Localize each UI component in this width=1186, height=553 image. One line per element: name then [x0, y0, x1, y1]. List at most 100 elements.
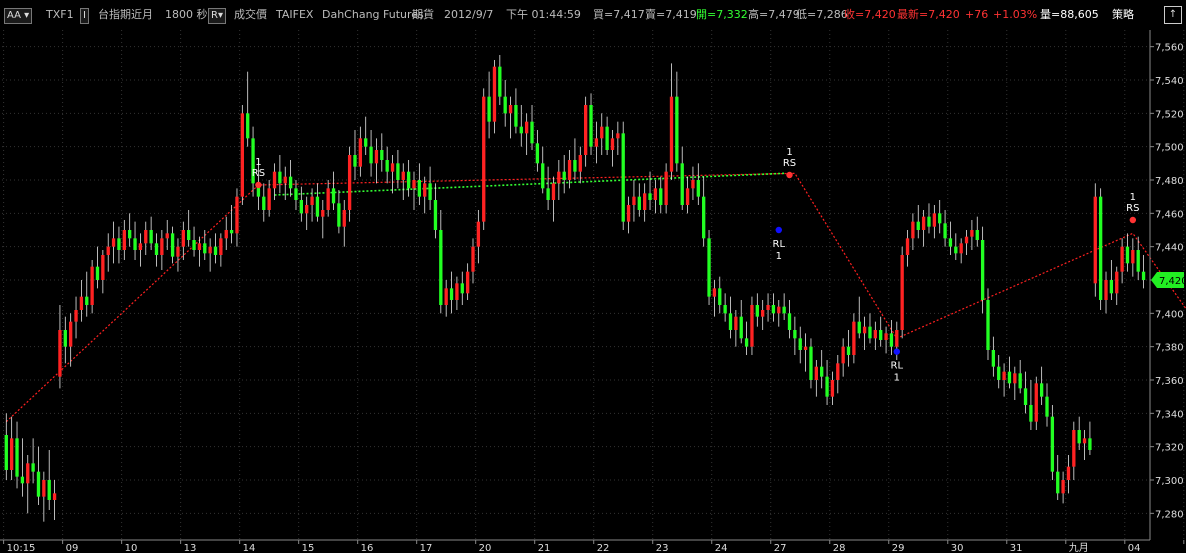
candle-body — [305, 205, 309, 214]
candle-body — [219, 238, 223, 255]
y-tick-label: 7,540 — [1155, 76, 1184, 87]
x-tick-label: 14 — [243, 543, 256, 553]
candles — [4, 55, 1146, 522]
candle-body — [857, 321, 861, 334]
candle-body — [26, 463, 30, 484]
candle-body — [964, 236, 969, 244]
candle-body — [648, 193, 652, 200]
x-tick-label: 16 — [361, 543, 374, 553]
x-tick-label: 22 — [597, 543, 610, 553]
candle-body — [938, 213, 942, 224]
overlay-lines — [5, 172, 1186, 423]
candle-body — [283, 176, 287, 184]
candle-body — [1082, 438, 1087, 444]
candle-body — [1072, 430, 1076, 467]
candle-body — [1109, 280, 1114, 294]
candle-body — [439, 230, 443, 305]
candle-body — [246, 113, 250, 139]
candle-body — [95, 266, 100, 280]
candle-body — [181, 230, 185, 247]
candle-body — [798, 338, 802, 350]
candle-body — [1039, 383, 1044, 397]
candle-body — [578, 155, 582, 172]
candle-body — [1125, 246, 1130, 264]
candle-body — [696, 180, 700, 197]
x-tick-label: 09 — [66, 543, 79, 553]
candle-body — [954, 246, 958, 254]
candle-body — [519, 126, 523, 134]
y-tick-label: 7,440 — [1155, 243, 1184, 254]
candle-body — [213, 246, 218, 255]
candle-body — [712, 288, 717, 297]
candle-body — [423, 183, 427, 197]
y-tick-label: 7,560 — [1155, 43, 1184, 54]
candle-body — [358, 138, 363, 167]
candle-body — [229, 230, 234, 234]
candle-body — [514, 105, 518, 127]
candle-body — [718, 288, 722, 305]
candle-body — [530, 121, 534, 144]
candle-body — [498, 66, 502, 97]
y-tick-label: 7,320 — [1155, 443, 1184, 454]
candle-body — [1029, 405, 1033, 422]
candle-body — [605, 126, 609, 150]
y-tick-label: 7,340 — [1155, 409, 1184, 420]
x-tick-label: 10:15 — [7, 543, 36, 553]
candle-body — [9, 438, 14, 470]
candle-body — [364, 138, 368, 147]
candle-body — [691, 180, 695, 189]
rs-signal-dot — [786, 171, 793, 179]
candle-body — [905, 238, 910, 255]
candle-body — [272, 171, 277, 189]
y-tick-label: 7,460 — [1155, 209, 1184, 220]
candle-body — [331, 188, 336, 204]
candle-body — [739, 316, 743, 339]
candle-body — [1115, 271, 1119, 294]
x-tick-label: 17 — [420, 543, 433, 553]
candle-body — [685, 188, 690, 205]
candle-body — [347, 155, 352, 210]
candle-body — [369, 146, 373, 164]
candle-body — [970, 230, 974, 237]
candle-body — [777, 306, 781, 314]
candle-body — [433, 200, 438, 230]
signal-count: 1 — [1130, 192, 1136, 203]
candle-body — [524, 121, 529, 134]
candle-body — [643, 193, 647, 210]
candle-body — [111, 238, 116, 247]
candle-body — [138, 243, 143, 250]
candle-body — [128, 230, 132, 239]
candle-body — [1104, 280, 1108, 300]
candle-body — [1023, 388, 1028, 405]
signal-count: 1 — [776, 251, 782, 262]
candle-body — [52, 493, 57, 500]
candle-body — [1131, 250, 1135, 264]
price-axis: 7,280 7,300 7,320 7,340 7,360 7,380 7,400 7,420… — [1149, 30, 1186, 540]
candle-body — [235, 196, 239, 234]
candle-body — [299, 200, 304, 214]
candle-body — [787, 313, 792, 330]
candle-body — [986, 300, 990, 350]
candle-body — [106, 246, 110, 255]
candle-body — [1088, 438, 1092, 450]
x-tick-label: 10 — [125, 543, 138, 553]
candle-body — [879, 330, 883, 340]
candlestick-chart[interactable]: 1RS1RSRL1RL11RSRL1 7,2807,3007,3207,3407… — [0, 0, 1186, 553]
candle-body — [208, 246, 212, 254]
candle-body — [20, 476, 25, 484]
candle-body — [669, 96, 674, 172]
candle-body — [825, 376, 829, 397]
signal-label: RL — [891, 361, 904, 372]
x-tick-label: 31 — [1010, 543, 1023, 553]
candle-body — [659, 188, 663, 205]
x-tick-label: 15 — [302, 543, 315, 553]
candle-body — [943, 223, 947, 239]
candle-body — [868, 326, 872, 339]
candle-body — [900, 255, 904, 330]
candle-body — [997, 366, 1001, 380]
candle-body — [846, 346, 851, 355]
candle-body — [326, 188, 330, 210]
candle-body — [820, 366, 824, 377]
x-tick-label: 28 — [833, 543, 846, 553]
candle-body — [916, 221, 920, 230]
